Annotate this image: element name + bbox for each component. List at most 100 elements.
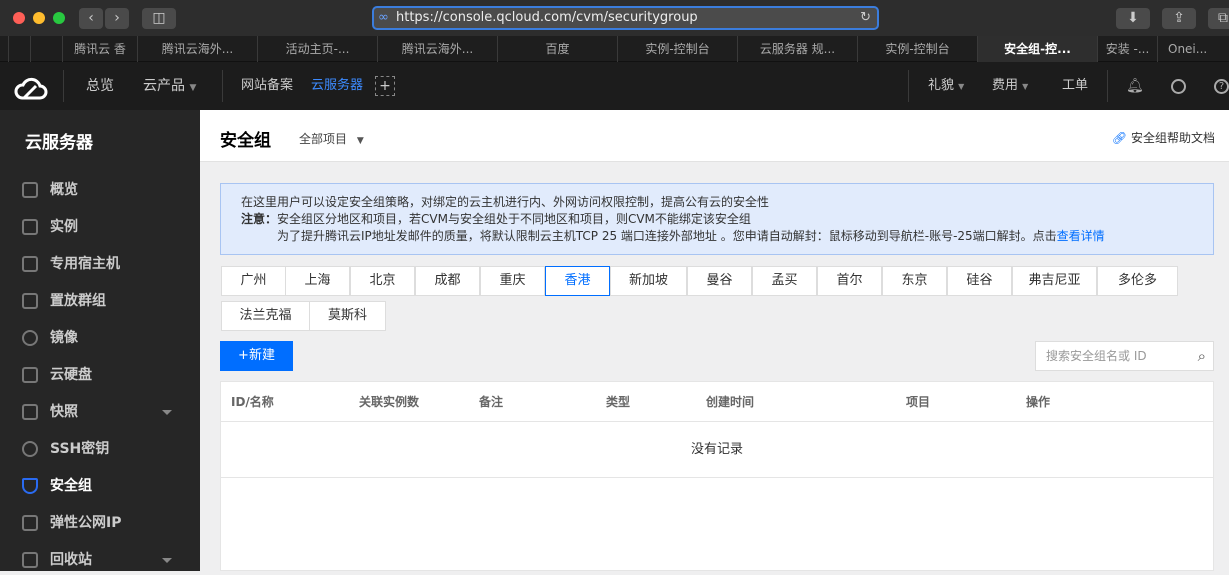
browser-tab-active[interactable]: 安全组-控... (977, 36, 1097, 62)
region-tab[interactable]: 多伦多 (1097, 266, 1178, 296)
column-header: 项目 (906, 395, 931, 409)
region-tab[interactable]: 新加坡 (610, 266, 687, 296)
help-icon[interactable]: ? (1214, 79, 1229, 94)
browser-tab[interactable]: Onei... (1157, 36, 1229, 62)
sidebar-item-security-group[interactable]: 安全组 (22, 471, 182, 501)
disk-icon (22, 367, 38, 383)
grid-icon (22, 182, 38, 198)
ip-icon (22, 515, 38, 531)
clock-icon[interactable] (1171, 79, 1186, 94)
sidebar-title: 云服务器 (25, 133, 93, 153)
view-details-link[interactable]: 查看详情 (1057, 229, 1105, 243)
browser-tab[interactable]: 腾讯云 香 (62, 36, 137, 62)
url-bar[interactable]: ∞ https://console.qcloud.com/cvm/security… (372, 6, 879, 30)
reload-icon[interactable]: ↻ (860, 8, 871, 28)
region-tab[interactable]: 东京 (882, 266, 947, 296)
notice-line: 在这里用户可以设定安全组策略，对绑定的云主机进行内、外网访问权限控制，提高公有云… (241, 195, 770, 209)
nav-cvm[interactable]: 云服务器 (311, 62, 363, 110)
region-tab[interactable]: 法兰克福 (221, 301, 310, 331)
pinned-tab[interactable] (30, 36, 62, 62)
column-header: 创建时间 (706, 395, 755, 409)
browser-titlebar: ‹ › ◫ ∞ https://console.qcloud.com/cvm/se… (0, 0, 1229, 36)
browser-tab[interactable]: 实例-控制台 (617, 36, 737, 62)
sidebar-item-images[interactable]: 镜像 (22, 323, 182, 353)
add-shortcut-icon[interactable]: + (375, 76, 395, 96)
notice-text: 安全组区分地区和项目，若CVM与安全组处于不同地区和项目，则CVM不能绑定该安全… (277, 212, 751, 226)
bell-icon[interactable]: 🔔︎ (1126, 62, 1144, 110)
sidebar-toggle-icon[interactable]: ◫ (142, 8, 176, 29)
nav-ticket[interactable]: 工单 (1062, 62, 1088, 110)
page-header: 安全组 全部项目 ▼ 🔗︎ 安全组帮助文档 (200, 110, 1229, 162)
region-tab[interactable]: 硅谷 (947, 266, 1012, 296)
column-header: 备注 (479, 395, 504, 409)
shield-icon (22, 478, 38, 494)
region-tab[interactable]: 孟买 (752, 266, 817, 296)
chevron-down-icon: ▼ (958, 82, 965, 91)
column-header: ID/名称 (231, 395, 274, 409)
sidebar-item-eip[interactable]: 弹性公网IP (22, 508, 182, 538)
browser-tab[interactable]: 腾讯云海外... (137, 36, 257, 62)
sidebar-item-dedicated-host[interactable]: 专用宿主机 (22, 249, 182, 279)
share-icon[interactable]: ⇪ (1162, 8, 1196, 29)
region-tab[interactable]: 莫斯科 (309, 301, 386, 331)
disc-icon (22, 330, 38, 346)
region-tab[interactable]: 香港 (545, 266, 610, 296)
search-placeholder: 搜索安全组名或 ID (1046, 349, 1147, 363)
sidebar-item-label: 快照 (50, 404, 78, 420)
download-icon[interactable]: ⬇ (1116, 8, 1150, 29)
nav-billing[interactable]: 费用 ▼ (992, 62, 1028, 111)
hexagon-icon (22, 293, 38, 309)
nav-products[interactable]: 云产品 ▼ (143, 62, 196, 112)
region-tab[interactable]: 成都 (415, 266, 480, 296)
close-window-button[interactable] (13, 12, 25, 24)
security-group-table: ID/名称 关联实例数 备注 类型 创建时间 项目 操作 没有记录 (220, 381, 1214, 571)
region-tab[interactable]: 北京 (350, 266, 415, 296)
search-icon[interactable]: ⌕ (1198, 342, 1206, 370)
sidebar-item-label: 镜像 (50, 330, 78, 346)
minimize-window-button[interactable] (33, 12, 45, 24)
notice-text: 为了提升腾讯云IP地址发邮件的质量，将默认限制云主机TCP 25 端口连接外部地… (277, 229, 1057, 243)
sidebar-item-label: 实例 (50, 219, 78, 235)
browser-tab[interactable]: 百度 (497, 36, 617, 62)
nav-gift[interactable]: 礼貌 ▼ (928, 62, 964, 111)
sidebar-item-label: 专用宿主机 (50, 256, 120, 272)
url-text: https://console.qcloud.com/cvm/securityg… (396, 10, 698, 25)
sidebar-item-ssh-keys[interactable]: SSH密钥 (22, 434, 182, 464)
region-tab[interactable]: 弗吉尼亚 (1012, 266, 1097, 296)
browser-tab[interactable]: 实例-控制台 (857, 36, 977, 62)
nav-beian[interactable]: 网站备案 (241, 62, 293, 110)
project-select[interactable]: 全部项目 ▼ (299, 130, 364, 147)
pinned-tab[interactable] (8, 36, 30, 62)
browser-tab[interactable]: 云服务器 规... (737, 36, 857, 62)
sidebar-item-placement-group[interactable]: 置放群组 (22, 286, 182, 316)
region-tab[interactable]: 重庆 (480, 266, 545, 296)
back-button[interactable]: ‹ (79, 8, 103, 29)
region-tab[interactable]: 曼谷 (687, 266, 752, 296)
sidebar-item-overview[interactable]: 概览 (22, 175, 182, 205)
nav-billing-label: 费用 (992, 78, 1019, 93)
camera-icon (22, 404, 38, 420)
notice-box: 在这里用户可以设定安全组策略，对绑定的云主机进行内、外网访问权限控制，提高公有云… (220, 183, 1214, 255)
new-button[interactable]: +新建 (220, 341, 293, 371)
sidebar-item-label: 云硬盘 (50, 367, 92, 383)
region-tab[interactable]: 上海 (285, 266, 350, 296)
help-doc-link[interactable]: 🔗︎ 安全组帮助文档 (1112, 129, 1215, 146)
browser-tab[interactable]: 腾讯云海外... (377, 36, 497, 62)
browser-tab[interactable]: 安装 -... (1097, 36, 1157, 62)
browser-tab[interactable]: 活动主页-... (257, 36, 377, 62)
link-icon: ∞ (378, 10, 389, 25)
region-tab[interactable]: 广州 (221, 266, 286, 296)
sidebar-item-cloud-disk[interactable]: 云硬盘 (22, 360, 182, 390)
search-input[interactable]: 搜索安全组名或 ID ⌕ (1035, 341, 1214, 371)
sidebar-item-instances[interactable]: 实例 (22, 212, 182, 242)
tabs-overview-icon[interactable]: ⧉ (1208, 8, 1229, 29)
nav-overview[interactable]: 总览 (86, 62, 114, 110)
notice-line: 注意：安全组区分地区和项目，若CVM与安全组处于不同地区和项目，则CVM不能绑定… (241, 211, 1193, 228)
sidebar-item-snapshots[interactable]: 快照 (22, 397, 182, 427)
forward-button[interactable]: › (105, 8, 129, 29)
layers-icon (22, 256, 38, 272)
maximize-window-button[interactable] (53, 12, 65, 24)
tencent-cloud-logo-icon[interactable] (14, 74, 48, 100)
column-header: 类型 (606, 395, 631, 409)
region-tab[interactable]: 首尔 (817, 266, 882, 296)
